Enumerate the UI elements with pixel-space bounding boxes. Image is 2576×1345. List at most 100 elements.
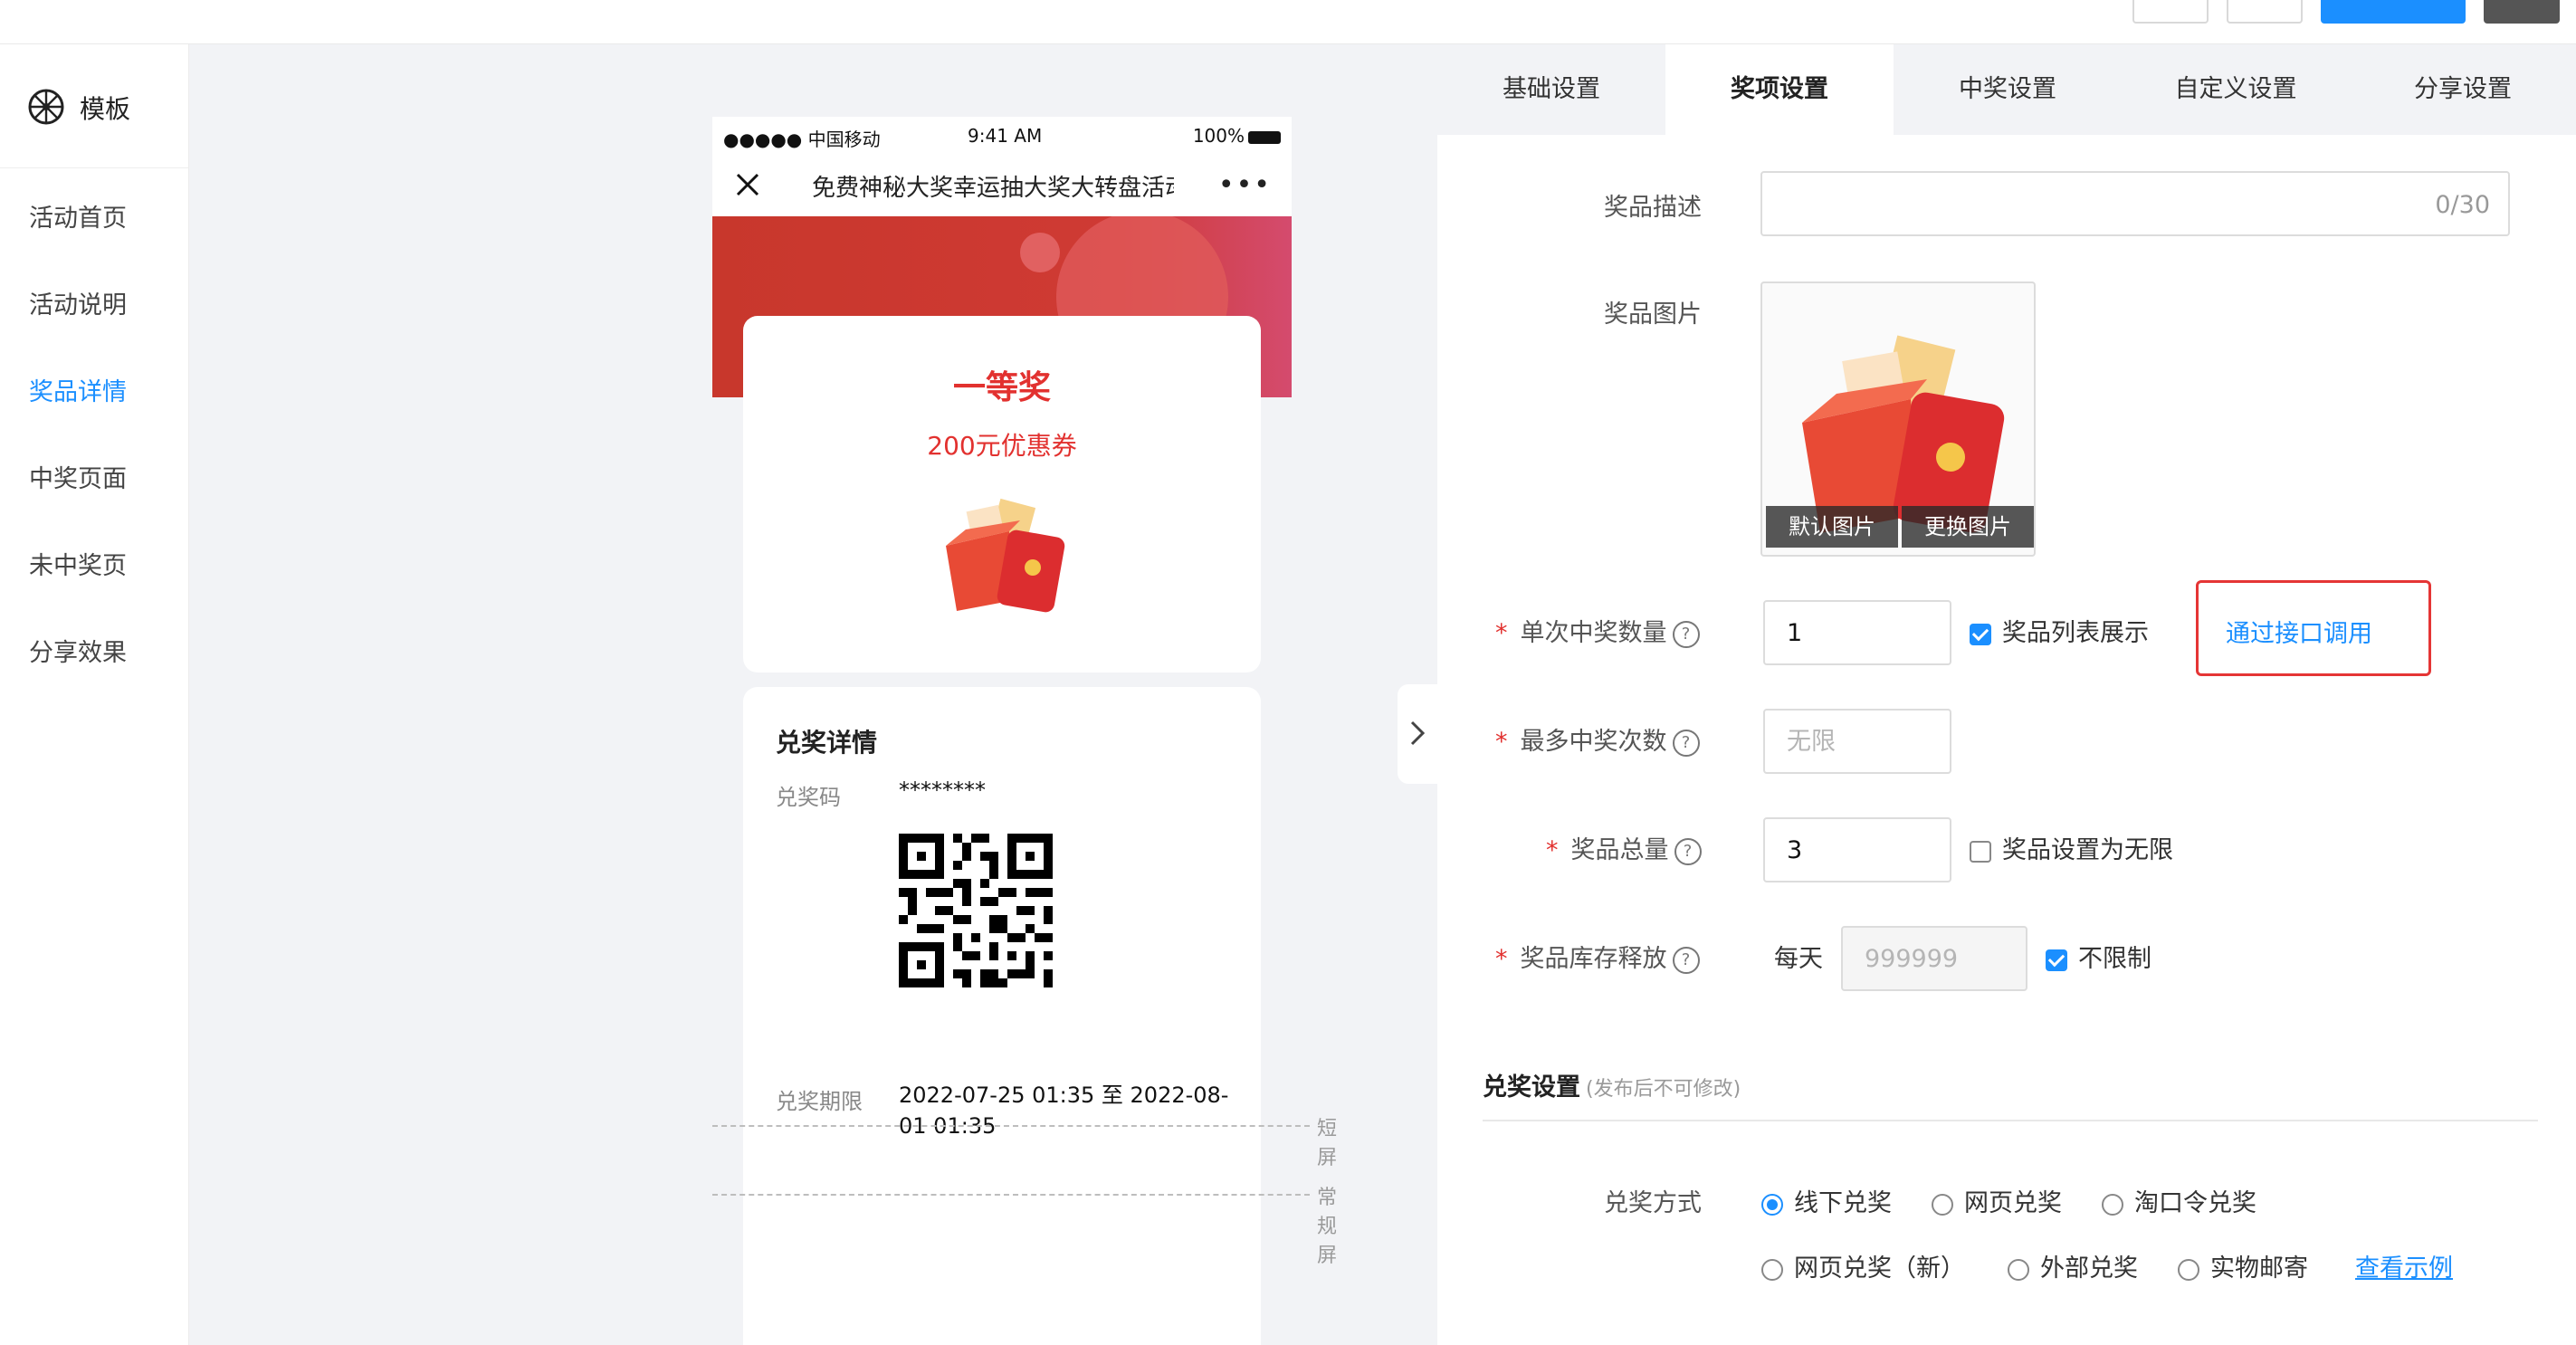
- battery-percent: 100%: [1192, 125, 1245, 147]
- release-label: * 奖品库存释放?: [1495, 939, 1700, 974]
- total-label: * 奖品总量?: [1546, 830, 1702, 865]
- checkbox-checked-icon: [2046, 949, 2067, 971]
- help-icon[interactable]: ?: [1672, 946, 1700, 974]
- redeem-section-subtitle: (发布后不可修改): [1586, 1078, 1741, 1101]
- banner-bubble-small: [1020, 233, 1060, 272]
- radio-unselected-icon: [2178, 1258, 2199, 1281]
- help-icon[interactable]: ?: [1674, 837, 1702, 865]
- settings-tabs: 基础设置 奖项设置 中奖设置 自定义设置 分享设置: [1437, 44, 2576, 135]
- settings-panel: 基础设置 奖项设置 中奖设置 自定义设置 分享设置 奖品描述 0/30 奖品图片…: [1437, 44, 2576, 1345]
- preview-canvas: ●●●●● 中国移动 9:41 AM 100% 免费神秘大奖幸运抽大奖大转盘活动…: [189, 44, 1436, 1345]
- radio-offline[interactable]: 线下兑奖: [1761, 1183, 1892, 1218]
- tab-custom[interactable]: 自定义设置: [2122, 44, 2350, 135]
- red-envelope-gift-icon: [946, 498, 1065, 613]
- required-mark: *: [1495, 619, 1508, 647]
- close-icon[interactable]: [732, 169, 763, 200]
- publish-button[interactable]: [2321, 0, 2466, 24]
- radio-unselected-icon: [1932, 1193, 1953, 1216]
- more-icon[interactable]: •••: [1218, 169, 1272, 201]
- radio-unselected-icon: [2102, 1193, 2123, 1216]
- top-toolbar: [0, 0, 2576, 44]
- checkbox-unchecked-icon: [1970, 840, 1991, 863]
- prize-desc-input[interactable]: 0/30: [1760, 171, 2510, 236]
- default-image-button[interactable]: 默认图片: [1766, 506, 1898, 548]
- phone-status-bar: ●●●●● 中国移动 9:41 AM 100%: [712, 117, 1292, 153]
- nav-item-home[interactable]: 活动首页: [29, 198, 127, 234]
- template-wheel-icon: [28, 89, 64, 125]
- phone-page-title: 免费神秘大奖幸运抽大奖大转盘活动: [812, 175, 1174, 202]
- max-win-input[interactable]: 无限: [1763, 709, 1951, 774]
- change-image-button[interactable]: 更换图片: [1902, 506, 2034, 548]
- normal-screen-guide: [712, 1194, 1310, 1196]
- qr-code-icon: [899, 834, 1053, 987]
- preview-button[interactable]: [2132, 0, 2209, 24]
- show-in-list-checkbox[interactable]: 奖品列表展示: [1970, 613, 2149, 648]
- total-input[interactable]: 3: [1763, 817, 1951, 882]
- left-nav: 模板 活动首页 活动说明 奖品详情 中奖页面 未中奖页 分享效果: [0, 44, 189, 1345]
- release-input[interactable]: 999999: [1841, 926, 2027, 991]
- per-win-label-text: 单次中奖数量: [1520, 619, 1667, 647]
- radio-selected-icon: [1761, 1193, 1783, 1216]
- required-mark: *: [1546, 836, 1559, 864]
- help-icon[interactable]: ?: [1672, 620, 1700, 648]
- unlimited-label: 奖品设置为无限: [2002, 836, 2173, 864]
- redeem-period-value: 2022-07-25 01:35 至 2022-08-01 01:35: [899, 1083, 1229, 1139]
- chevron-right-icon: [1410, 720, 1426, 746]
- battery-icon: [1248, 130, 1281, 144]
- required-mark: *: [1495, 945, 1508, 973]
- no-limit-checkbox[interactable]: 不限制: [2046, 939, 2151, 974]
- radio-taobao[interactable]: 淘口令兑奖: [2102, 1183, 2256, 1218]
- help-icon[interactable]: ?: [1672, 729, 1700, 757]
- nav-item-prize-detail[interactable]: 奖品详情: [29, 372, 127, 407]
- nav-item-win-page[interactable]: 中奖页面: [29, 459, 127, 494]
- save-button[interactable]: [2227, 0, 2303, 24]
- nav-item-lose-page[interactable]: 未中奖页: [29, 546, 127, 581]
- nav-item-intro[interactable]: 活动说明: [29, 285, 127, 320]
- max-win-label-text: 最多中奖次数: [1520, 728, 1667, 756]
- radio-taobao-label: 淘口令兑奖: [2134, 1189, 2256, 1217]
- redeem-method-label: 兑奖方式: [1604, 1189, 1702, 1217]
- radio-web-new[interactable]: 网页兑奖（新）: [1761, 1248, 1965, 1283]
- prize-card: 一等奖 200元优惠券: [743, 316, 1261, 672]
- exit-button[interactable]: [2484, 0, 2560, 24]
- tab-prize[interactable]: 奖项设置: [1665, 44, 1894, 135]
- panel-toggle[interactable]: [1398, 684, 1437, 784]
- radio-web[interactable]: 网页兑奖: [1932, 1183, 2062, 1218]
- unlimited-checkbox[interactable]: 奖品设置为无限: [1970, 830, 2173, 865]
- carrier-text: ●●●●● 中国移动: [723, 129, 881, 150]
- prize-desc-count: 0/30: [2435, 191, 2490, 219]
- max-win-placeholder: 无限: [1787, 728, 1836, 756]
- redeem-code-label: 兑奖码: [776, 785, 841, 810]
- checkbox-checked-icon: [1970, 623, 1991, 645]
- radio-mail[interactable]: 实物邮寄: [2178, 1248, 2308, 1283]
- tab-basic[interactable]: 基础设置: [1437, 44, 1665, 135]
- radio-external-label: 外部兑奖: [2040, 1254, 2138, 1283]
- per-win-value: 1: [1787, 619, 1803, 647]
- api-call-link[interactable]: 通过接口调用: [2226, 614, 2372, 649]
- radio-unselected-icon: [1761, 1258, 1783, 1281]
- view-example-link[interactable]: 查看示例: [2355, 1248, 2453, 1283]
- short-screen-guide: [712, 1125, 1310, 1127]
- radio-web-new-label: 网页兑奖（新）: [1794, 1254, 1965, 1283]
- tab-win[interactable]: 中奖设置: [1894, 44, 2122, 135]
- battery-text: 100%: [1193, 125, 1281, 147]
- redeem-section-title-text: 兑奖设置: [1483, 1073, 1580, 1102]
- total-label-text: 奖品总量: [1570, 836, 1669, 864]
- nav-title: 模板: [80, 94, 131, 124]
- tab-share[interactable]: 分享设置: [2350, 44, 2576, 135]
- per-win-input[interactable]: 1: [1763, 600, 1951, 665]
- radio-external[interactable]: 外部兑奖: [2008, 1248, 2138, 1283]
- redeem-code-value: ********: [899, 777, 986, 803]
- short-screen-label: 短屏: [1317, 1118, 1338, 1169]
- release-placeholder: 999999: [1865, 945, 1959, 973]
- per-win-label: * 单次中奖数量?: [1495, 613, 1700, 648]
- nav-item-share[interactable]: 分享效果: [29, 633, 127, 668]
- prize-level: 一等奖: [952, 369, 1051, 406]
- radio-offline-label: 线下兑奖: [1794, 1189, 1892, 1217]
- required-mark: *: [1495, 728, 1508, 756]
- phone-preview: ●●●●● 中国移动 9:41 AM 100% 免费神秘大奖幸运抽大奖大转盘活动…: [712, 117, 1337, 1345]
- phone-title-bar: 免费神秘大奖幸运抽大奖大转盘活动 •••: [712, 153, 1292, 216]
- time-text: 9:41 AM: [968, 125, 1043, 147]
- no-limit-label: 不限制: [2078, 945, 2151, 973]
- release-label-text: 奖品库存释放: [1520, 945, 1667, 973]
